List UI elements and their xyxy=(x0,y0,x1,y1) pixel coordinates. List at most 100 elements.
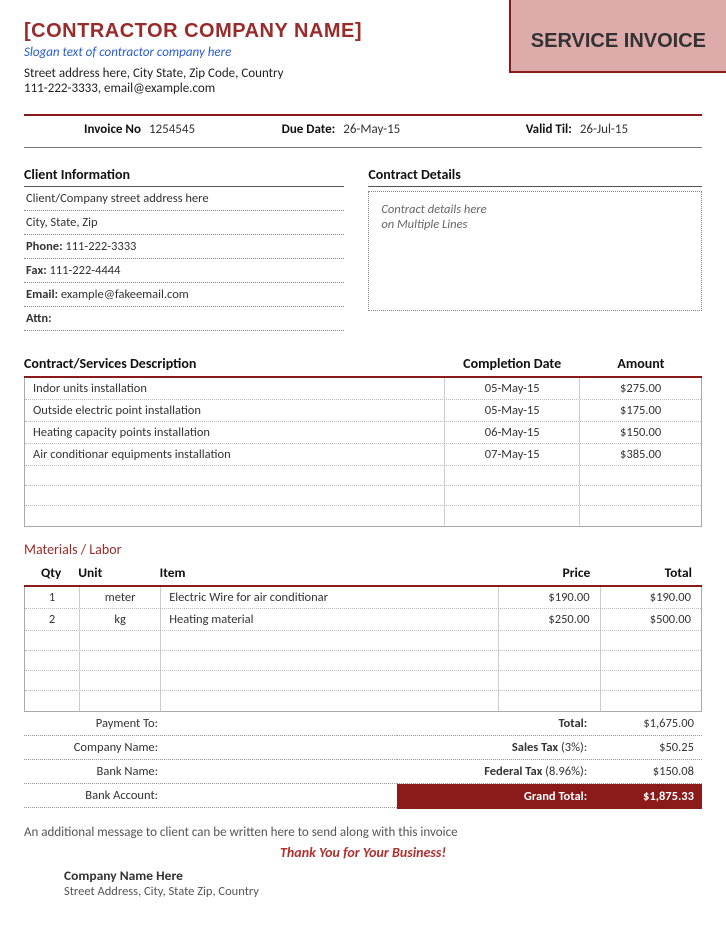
contract-details-heading: Contract Details xyxy=(368,166,702,187)
material-row xyxy=(25,671,701,691)
materials-header-qty: Qty xyxy=(24,564,78,581)
material-cell-unit xyxy=(79,651,160,670)
total-label: Federal Tax (8.96%): xyxy=(397,764,595,779)
payment-to-section: Payment To: Company Name: Bank Name: Bank A… xyxy=(24,712,397,809)
total-value: $1,675.00 xyxy=(595,716,702,731)
payment-label: Bank Account: xyxy=(24,788,164,803)
material-cell-price xyxy=(498,691,599,711)
service-row xyxy=(25,506,701,526)
service-row: Heating capacity points installation06-M… xyxy=(25,422,701,444)
contract-details-box: Contract Details Contract details here o… xyxy=(368,166,702,331)
footer-company-block: Company Name Here Street Address, City, … xyxy=(24,867,702,899)
materials-header-total: Total xyxy=(600,564,702,581)
service-cell-date xyxy=(444,486,579,505)
grand-total-row: Grand Total: $1,875.33 xyxy=(397,784,702,809)
services-section: Contract/Services Description Completion… xyxy=(24,355,702,527)
material-cell-total xyxy=(600,691,701,711)
services-header-amount: Amount xyxy=(580,355,702,372)
service-row xyxy=(25,466,701,486)
service-cell-date: 05-May-15 xyxy=(444,400,579,421)
material-cell-item xyxy=(160,671,498,690)
client-row: City, State, Zip xyxy=(24,211,344,235)
services-header-date: Completion Date xyxy=(444,355,580,372)
payment-row: Payment To: xyxy=(24,712,397,736)
client-row-value: example@fakeemail.com xyxy=(61,287,189,302)
service-cell-amt: $275.00 xyxy=(579,378,701,399)
client-row-value: Client/Company street address here xyxy=(26,191,209,206)
service-cell-desc: Indor units installation xyxy=(25,378,444,399)
service-cell-desc xyxy=(25,506,444,526)
service-cell-date: 05-May-15 xyxy=(444,378,579,399)
payment-row: Bank Account: xyxy=(24,784,397,808)
footer-company-name: Company Name Here xyxy=(64,867,702,884)
material-row xyxy=(25,631,701,651)
client-row-label: Fax: xyxy=(26,263,49,278)
material-cell-unit xyxy=(79,671,160,690)
material-cell-price xyxy=(498,631,599,650)
service-cell-desc xyxy=(25,466,444,485)
service-cell-date xyxy=(444,506,579,526)
material-row xyxy=(25,691,701,711)
material-cell-qty xyxy=(25,691,79,711)
service-cell-desc: Outside electric point installation xyxy=(25,400,444,421)
client-row: Client/Company street address here xyxy=(24,187,344,211)
material-cell-price xyxy=(498,651,599,670)
client-information-box: Client Information Client/Company street… xyxy=(24,166,344,331)
client-info-heading: Client Information xyxy=(24,166,344,187)
material-row xyxy=(25,651,701,671)
client-row-label: Attn: xyxy=(26,311,52,326)
material-cell-unit xyxy=(79,691,160,711)
totals-section: Total:$1,675.00Sales Tax (3%):$50.25 Fede… xyxy=(397,712,702,809)
materials-heading: Materials / Labor xyxy=(24,541,702,558)
service-cell-amt xyxy=(579,466,701,485)
contract-details-text: Contract details here on Multiple Lines xyxy=(368,191,702,311)
service-cell-amt xyxy=(579,486,701,505)
client-row-label: Phone: xyxy=(26,239,65,254)
service-row xyxy=(25,486,701,506)
service-cell-desc: Air conditionar equipments installation xyxy=(25,444,444,465)
company-contact: 111-222-3333, email@example.com xyxy=(24,81,702,96)
material-cell-qty xyxy=(25,671,79,690)
grand-total-value: $1,875.33 xyxy=(595,789,702,804)
material-cell-qty: 2 xyxy=(25,609,79,630)
payment-row: Bank Name: xyxy=(24,760,397,784)
material-cell-unit: kg xyxy=(79,609,160,630)
footer-company-address: Street Address, City, State Zip, Country xyxy=(64,884,702,899)
material-cell-item: Heating material xyxy=(160,609,498,630)
service-row: Outside electric point installation05-Ma… xyxy=(25,400,701,422)
material-cell-total: $500.00 xyxy=(600,609,701,630)
material-cell-item: Electric Wire for air conditionar xyxy=(160,587,498,608)
material-cell-price xyxy=(498,671,599,690)
service-cell-desc xyxy=(25,486,444,505)
total-label: Sales Tax (3%): xyxy=(397,740,595,755)
total-pct: (3%): xyxy=(558,740,587,755)
material-cell-total xyxy=(600,651,701,670)
payment-label: Bank Name: xyxy=(24,764,164,779)
material-cell-unit xyxy=(79,631,160,650)
client-row: Phone: 111-222-3333 xyxy=(24,235,344,259)
services-header-desc: Contract/Services Description xyxy=(24,355,444,372)
material-cell-total xyxy=(600,631,701,650)
payment-label: Payment To: xyxy=(24,716,164,731)
client-row-value: City, State, Zip xyxy=(26,215,98,230)
material-row: 2kgHeating material$250.00$500.00 xyxy=(25,609,701,631)
payment-label: Company Name: xyxy=(24,740,164,755)
thank-you-message: Thank You for Your Business! xyxy=(24,844,702,861)
material-cell-unit: meter xyxy=(79,587,160,608)
valid-til-label: Valid Til: xyxy=(526,122,572,137)
total-row: Total:$1,675.00 xyxy=(397,712,702,736)
service-cell-date: 07-May-15 xyxy=(444,444,579,465)
service-cell-desc: Heating capacity points installation xyxy=(25,422,444,443)
invoice-header: [CONTRACTOR COMPANY NAME] Slogan text of… xyxy=(24,20,702,96)
material-cell-total xyxy=(600,671,701,690)
material-cell-qty: 1 xyxy=(25,587,79,608)
service-cell-amt xyxy=(579,506,701,526)
invoice-badge: SERVICE INVOICE xyxy=(509,0,726,73)
total-pct: (8.96%): xyxy=(542,764,587,779)
material-cell-qty xyxy=(25,651,79,670)
materials-header-item: Item xyxy=(160,564,499,581)
material-cell-qty xyxy=(25,631,79,650)
materials-header-price: Price xyxy=(499,564,601,581)
due-date: 26-May-15 xyxy=(343,122,400,137)
total-row: Sales Tax (3%):$50.25 xyxy=(397,736,702,760)
